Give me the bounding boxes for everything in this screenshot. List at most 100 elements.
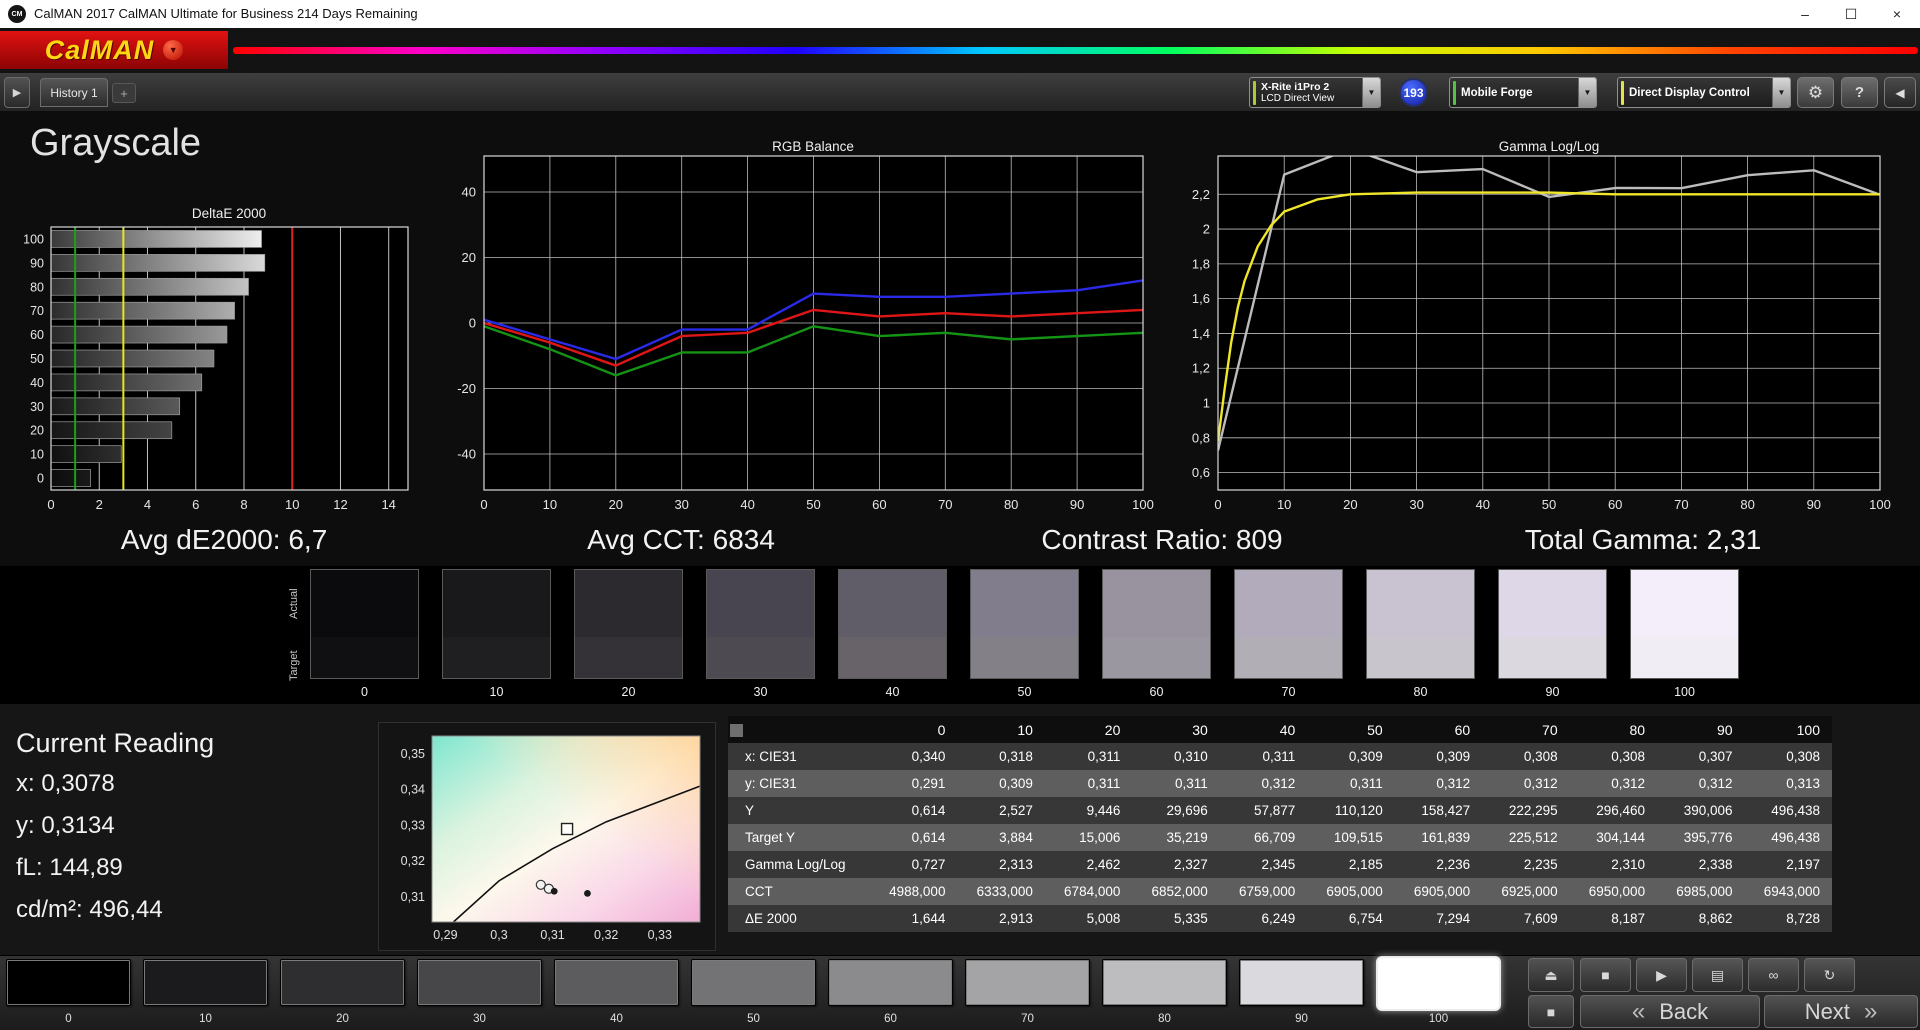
swatch-target-color <box>1103 636 1210 678</box>
swatch-actual-color <box>575 570 682 637</box>
level-patch-button[interactable] <box>143 959 268 1006</box>
calman-logo[interactable]: CalMAN ▼ <box>0 31 228 69</box>
table-cell: 8,728 <box>1786 911 1820 926</box>
transport-controls: ■ ▶ ▤ ∞ ↻ <box>1580 958 1855 992</box>
chevron-down-icon[interactable]: ▼ <box>1362 78 1380 107</box>
level-patch-button[interactable] <box>1239 959 1364 1006</box>
level-patch-button[interactable] <box>1376 956 1501 1011</box>
deltae-bar <box>50 301 235 320</box>
svg-text:40: 40 <box>740 497 754 512</box>
back-button[interactable]: « Back <box>1580 995 1760 1028</box>
table-cell: 66,709 <box>1253 830 1296 845</box>
maximize-button[interactable]: ☐ <box>1828 0 1874 28</box>
collapse-panel-button[interactable]: ◀ <box>1884 77 1916 108</box>
table-cell: 0,310 <box>1174 749 1208 764</box>
table-cell: 6985,000 <box>1676 884 1733 899</box>
svg-text:10: 10 <box>30 448 44 462</box>
table-cell: 15,006 <box>1079 830 1121 845</box>
swatch-label: 70 <box>1281 685 1296 699</box>
svg-text:1: 1 <box>1203 396 1210 411</box>
pattern-source-select[interactable]: Mobile Forge ▼ <box>1449 77 1597 108</box>
play-icon[interactable]: ▶ <box>1636 958 1687 992</box>
patch-label: 30 <box>473 1013 486 1025</box>
chevron-down-icon[interactable]: ▼ <box>1772 78 1790 107</box>
table-cell: 0,311 <box>1087 776 1121 791</box>
svg-text:0,29: 0,29 <box>433 928 457 942</box>
table-cell: 2,313 <box>999 857 1033 872</box>
swatch-label: 90 <box>1545 685 1560 699</box>
target-axis-label: Target <box>288 650 300 682</box>
table-row-label: Target Y <box>745 830 796 845</box>
stop-icon[interactable]: ■ <box>1580 958 1631 992</box>
table-cell: 222,295 <box>1508 803 1558 818</box>
minimize-button[interactable]: – <box>1782 0 1828 28</box>
continuous-icon[interactable]: ∞ <box>1748 958 1799 992</box>
pattern-window-button[interactable]: ■ <box>1528 995 1574 1028</box>
loop-icon[interactable]: ↻ <box>1804 958 1855 992</box>
brand-dropdown-icon[interactable]: ▼ <box>163 40 184 60</box>
table-cell: 390,006 <box>1683 803 1733 818</box>
svg-text:40: 40 <box>462 185 476 200</box>
level-patch-button[interactable] <box>554 959 679 1006</box>
svg-text:0,8: 0,8 <box>1192 430 1210 445</box>
level-patch-button[interactable] <box>1102 959 1227 1006</box>
swatch-target-color <box>443 636 550 678</box>
save-icon[interactable]: ▤ <box>1692 958 1743 992</box>
lower-section: Current Reading x: 0,3078 y: 0,3134 fL: … <box>0 704 1920 955</box>
reading-fl: fL: 144,89 <box>16 854 123 881</box>
swatch-label: 30 <box>753 685 768 699</box>
next-button[interactable]: Next » <box>1764 995 1918 1028</box>
svg-text:100: 100 <box>1132 497 1154 512</box>
history-tab-label: History 1 <box>50 85 98 100</box>
display-control-select[interactable]: Direct Display Control ▼ <box>1617 77 1791 108</box>
rgb-balance-chart: 0 10 20 30 40 50 60 70 80 90 100 40 20 0 -20 -40 <box>440 130 1160 535</box>
table-row: Target Y 0,614 3,884 15,006 35,219 66,709 109,… <box>728 824 1832 851</box>
patch-label: 20 <box>336 1013 349 1025</box>
close-button[interactable]: × <box>1874 0 1920 28</box>
level-patch-button[interactable] <box>691 959 816 1006</box>
table-cell: 6852,000 <box>1151 884 1208 899</box>
stat-avg-cct: Avg CCT: 6834 <box>587 524 775 555</box>
svg-text:6: 6 <box>192 497 199 512</box>
grayscale-swatch <box>838 569 947 679</box>
table-cell: 0,318 <box>999 749 1033 764</box>
table-cell: 496,438 <box>1771 830 1820 845</box>
level-patch-button[interactable] <box>965 959 1090 1006</box>
svg-text:80: 80 <box>1004 497 1018 512</box>
settings-button[interactable]: ⚙ <box>1797 77 1834 108</box>
svg-text:10: 10 <box>285 497 299 512</box>
patch-label: 80 <box>1158 1013 1171 1025</box>
svg-text:0,31: 0,31 <box>540 928 564 942</box>
chevron-down-icon[interactable]: ▼ <box>1578 78 1596 107</box>
tab-history-1[interactable]: History 1 <box>40 78 108 107</box>
rainbow-strip <box>233 47 1918 54</box>
table-cell: 110,120 <box>1334 803 1383 818</box>
swatch-target-color <box>971 636 1078 678</box>
popout-button[interactable]: ⏏ <box>1528 958 1574 992</box>
level-patch-button[interactable] <box>417 959 542 1006</box>
svg-text:30: 30 <box>1409 497 1423 512</box>
svg-text:40: 40 <box>30 376 44 390</box>
help-button[interactable]: ? <box>1841 77 1878 108</box>
measurement-point <box>550 887 558 895</box>
table-cell: 6925,000 <box>1501 884 1558 899</box>
chevron-left-icon: ◀ <box>1895 85 1905 100</box>
level-patch-button[interactable] <box>828 959 953 1006</box>
gamma-chart: 0 10 20 30 40 50 60 70 80 90 100 2,2 2 1,8 1,6 1,4 1,2 1 0… <box>1174 130 1920 535</box>
table-cell: 0,312 <box>1611 776 1646 791</box>
table-cell: 2,338 <box>1698 857 1733 872</box>
calman-app-window: CM CalMAN 2017 CalMAN Ultimate for Busin… <box>0 0 1920 1030</box>
table-cell: 9,446 <box>1086 803 1121 818</box>
table-cell: 29,696 <box>1166 803 1208 818</box>
nav-expand-button[interactable]: ▶ <box>4 77 30 108</box>
add-tab-button[interactable]: + <box>112 83 136 103</box>
meter-select[interactable]: X-Rite i1Pro 2 LCD Direct View ▼ <box>1249 77 1381 108</box>
swatch-label: 10 <box>489 685 504 699</box>
table-cell: 0,727 <box>911 857 946 872</box>
reading-x: x: 0,3078 <box>16 770 115 797</box>
level-patch-button[interactable] <box>280 959 405 1006</box>
swatch-target-color <box>1235 636 1342 678</box>
level-patch-button[interactable] <box>6 959 131 1006</box>
svg-text:10: 10 <box>543 497 557 512</box>
svg-text:20: 20 <box>609 497 623 512</box>
